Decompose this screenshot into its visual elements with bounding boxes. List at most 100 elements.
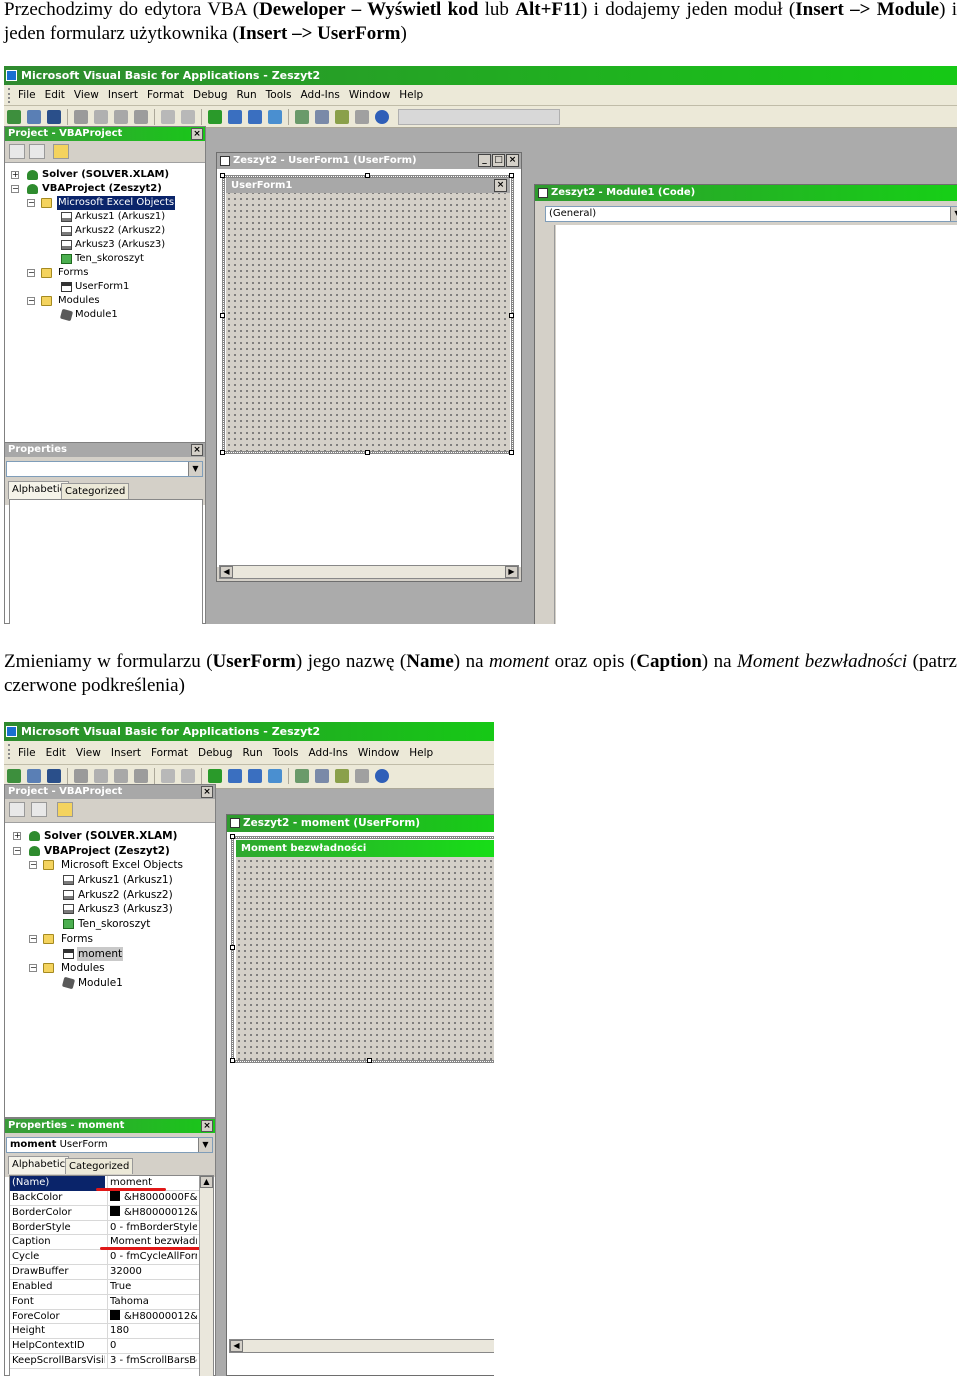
tree-item[interactable]: Ten_skoroszyt [5, 252, 205, 266]
object-browser-icon[interactable] [335, 110, 349, 124]
dropdown-arrow-icon[interactable]: ▼ [950, 207, 957, 221]
dropdown-arrow-icon[interactable]: ▼ [198, 1138, 212, 1152]
horizontal-scrollbar[interactable]: ◀ [229, 1339, 494, 1353]
menu-window[interactable]: Window [349, 85, 390, 106]
property-value[interactable]: 0 [107, 1339, 197, 1355]
property-row[interactable]: Font Tahoma [10, 1294, 199, 1310]
undo-icon[interactable] [161, 110, 175, 124]
object-dropdown[interactable]: (General) ▼ [545, 206, 957, 222]
find-icon[interactable] [134, 769, 148, 783]
menu-view[interactable]: View [76, 741, 101, 765]
tab-alphabetic[interactable]: Alphabetic [8, 481, 70, 499]
tree-item[interactable]: Module1 [5, 976, 215, 991]
menu-debug[interactable]: Debug [198, 741, 233, 765]
tree-item[interactable]: − VBAProject (Zeszyt2) [5, 844, 215, 859]
tree-item[interactable]: Arkusz2 (Arkusz2) [5, 224, 205, 238]
toolbox-icon[interactable] [355, 110, 369, 124]
resize-handle[interactable] [509, 313, 514, 318]
property-row[interactable]: BorderColor &H80000012& [10, 1205, 199, 1221]
tree-item[interactable]: moment [5, 946, 215, 962]
find-icon[interactable] [134, 110, 148, 124]
tree-item[interactable]: Arkusz3 (Arkusz3) [5, 238, 205, 252]
dropdown-arrow-icon[interactable]: ▼ [188, 462, 202, 476]
vertical-scrollbar[interactable]: ▲ [199, 1176, 213, 1376]
redo-icon[interactable] [181, 110, 195, 124]
property-value[interactable]: True [107, 1279, 197, 1295]
tree-item[interactable]: − Forms [5, 266, 205, 280]
resize-handle[interactable] [220, 450, 225, 455]
design-mode-icon[interactable] [268, 769, 282, 783]
project-explorer-icon[interactable] [295, 769, 309, 783]
scroll-up-icon[interactable]: ▲ [200, 1176, 213, 1188]
tab-categorized[interactable]: Categorized [65, 1158, 134, 1174]
resize-handle[interactable] [365, 173, 370, 178]
tree-item[interactable]: UserForm1 [5, 280, 205, 294]
toggle-folders-icon[interactable] [57, 802, 73, 817]
resize-handle[interactable] [230, 945, 235, 950]
property-row[interactable]: BorderStyle 0 - fmBorderStyleNo [10, 1220, 199, 1236]
property-value[interactable]: &H80000012& [107, 1309, 197, 1325]
break-icon[interactable] [228, 769, 242, 783]
property-value[interactable]: 180 [107, 1324, 197, 1340]
tree-item[interactable]: − Microsoft Excel Objects [5, 858, 215, 873]
menu-help[interactable]: Help [409, 741, 433, 765]
project-explorer-icon[interactable] [295, 110, 309, 124]
close-icon[interactable]: × [506, 154, 519, 167]
save-icon[interactable] [47, 769, 61, 783]
menu-tools[interactable]: Tools [273, 741, 299, 765]
tree-item[interactable]: Arkusz3 (Arkusz3) [5, 902, 215, 917]
tree-item[interactable]: Ten_skoroszyt [5, 917, 215, 932]
resize-handle[interactable] [220, 173, 225, 178]
run-icon[interactable] [208, 769, 222, 783]
tree-item[interactable]: Arkusz1 (Arkusz1) [5, 210, 205, 224]
tree-item[interactable]: + Solver (SOLVER.XLAM) [5, 829, 215, 844]
tree-item[interactable]: − Forms [5, 932, 215, 947]
close-icon[interactable]: × [191, 444, 203, 456]
userform-canvas[interactable]: UserForm1 × [226, 178, 510, 451]
redo-icon[interactable] [181, 769, 195, 783]
property-value[interactable]: 3 - fmScrollBarsBoth [107, 1354, 197, 1369]
cut-icon[interactable] [74, 769, 88, 783]
resize-handle[interactable] [367, 1058, 372, 1063]
menu-insert[interactable]: Insert [108, 85, 138, 106]
property-value[interactable]: &H80000012& [107, 1205, 197, 1221]
design-mode-icon[interactable] [268, 110, 282, 124]
tree-item[interactable]: − VBAProject (Zeszyt2) [5, 182, 205, 196]
cut-icon[interactable] [74, 110, 88, 124]
help-icon[interactable] [375, 110, 389, 124]
properties-window-icon[interactable] [315, 769, 329, 783]
copy-icon[interactable] [94, 769, 108, 783]
help-icon[interactable] [375, 769, 389, 783]
menu-insert[interactable]: Insert [111, 741, 141, 765]
paste-icon[interactable] [114, 769, 128, 783]
toggle-folders-icon[interactable] [53, 144, 69, 159]
reset-icon[interactable] [248, 769, 262, 783]
property-value[interactable]: 32000 [107, 1265, 197, 1280]
object-browser-icon[interactable] [335, 769, 349, 783]
undo-icon[interactable] [161, 769, 175, 783]
property-row[interactable]: HelpContextID 0 [10, 1339, 199, 1355]
menu-edit[interactable]: Edit [46, 741, 66, 765]
property-value[interactable]: 0 - fmBorderStyleNo [107, 1220, 197, 1236]
property-value[interactable]: Tahoma [107, 1294, 197, 1310]
resize-handle[interactable] [230, 834, 235, 839]
property-row[interactable]: Height 180 [10, 1324, 199, 1340]
menu-tools[interactable]: Tools [266, 85, 292, 106]
object-combo[interactable]: moment UserForm ▼ [6, 1137, 213, 1153]
resize-handle[interactable] [365, 450, 370, 455]
property-row[interactable]: BackColor &H8000000F& [10, 1190, 199, 1206]
view-object-icon[interactable] [31, 802, 47, 817]
paste-icon[interactable] [114, 110, 128, 124]
tab-categorized[interactable]: Categorized [61, 483, 130, 499]
menu-debug[interactable]: Debug [193, 85, 228, 106]
property-value[interactable]: &H8000000F& [107, 1190, 197, 1206]
object-combo[interactable]: ▼ [6, 461, 203, 477]
tree-item[interactable]: Module1 [5, 308, 205, 322]
menu-help[interactable]: Help [399, 85, 423, 106]
menu-file[interactable]: File [18, 85, 36, 106]
scroll-left-icon[interactable]: ◀ [220, 566, 233, 578]
property-row[interactable]: DrawBuffer 32000 [10, 1265, 199, 1280]
close-icon[interactable]: × [201, 786, 213, 798]
menu-edit[interactable]: Edit [45, 85, 65, 106]
run-icon[interactable] [208, 110, 222, 124]
